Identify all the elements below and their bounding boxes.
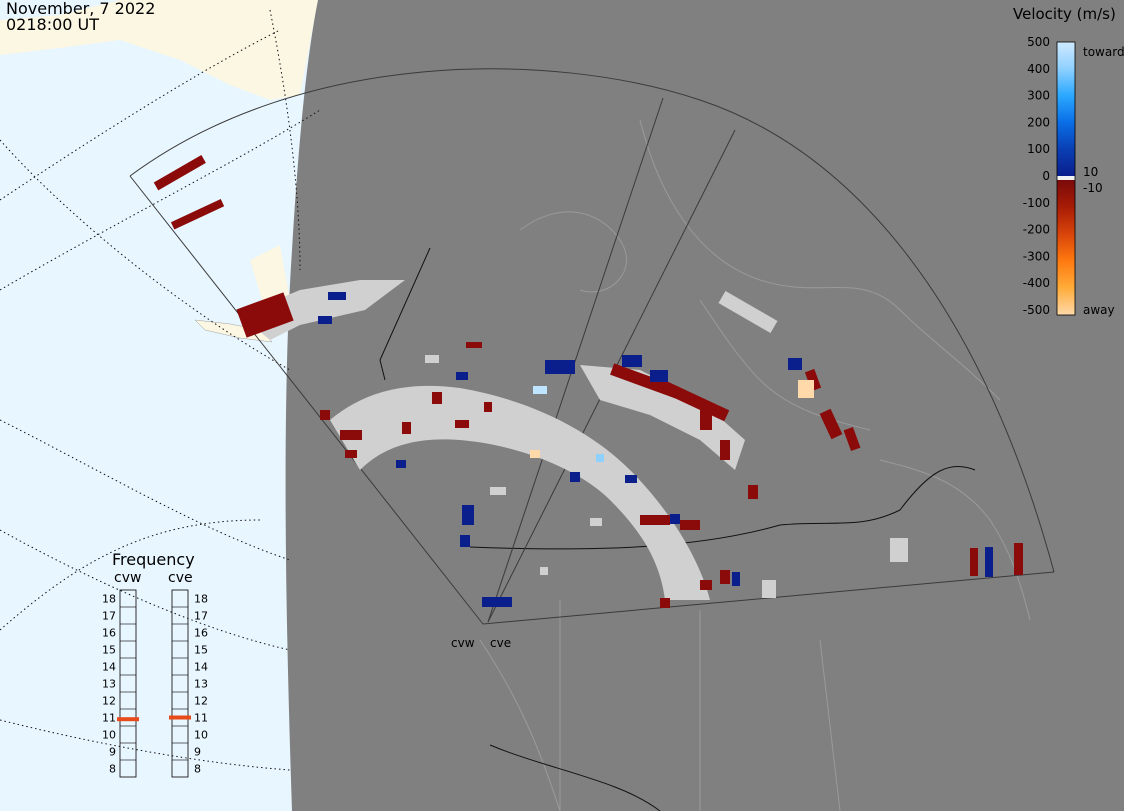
frequency-scale-label: 17: [194, 610, 208, 623]
colorbar-tick-label: 500: [1027, 35, 1050, 49]
echo-fast-toward: [533, 386, 547, 394]
frequency-scale-label: 14: [102, 661, 116, 674]
frequency-scale-label: 18: [102, 593, 116, 606]
frequency-scale-label: 12: [194, 695, 208, 708]
colorbar-tick-label: -400: [1023, 276, 1050, 290]
frequency-title: Frequency: [112, 550, 195, 569]
frequency-marker: [117, 717, 139, 722]
colorbar-tick-label: 300: [1027, 89, 1050, 103]
echo-fast-toward-2: [596, 454, 604, 462]
frequency-scale-label: 8: [109, 763, 116, 776]
frequency-scale-label: 12: [102, 695, 116, 708]
colorbar-tick-label: 0: [1042, 169, 1050, 183]
frequency-scale-label: 9: [109, 746, 116, 759]
colorbar-tick-label: -500: [1023, 303, 1050, 317]
colorbar-pos10-label: 10: [1083, 165, 1098, 179]
frequency-scale-label: 11: [102, 712, 116, 725]
colorbar-tick-label: -300: [1023, 249, 1050, 263]
frequency-scale-label: 10: [194, 729, 208, 742]
radar-plot: cvw cve 500 400 300 200 100 0 -100 -200 -300 -400…: [0, 0, 1124, 811]
frequency-scale-label: 14: [194, 661, 208, 674]
radar-label-cvw: cvw: [451, 636, 475, 650]
colorbar-tick-label: 100: [1027, 142, 1050, 156]
frequency-scale-label: 18: [194, 593, 208, 606]
colorbar-toward-label: toward: [1083, 45, 1124, 59]
colorbar-away-label: away: [1083, 303, 1115, 317]
colorbar-tick-label: -100: [1023, 196, 1050, 210]
frequency-scale-label: 15: [102, 644, 116, 657]
frequency-scale-label: 17: [102, 610, 116, 623]
radar-label-cve: cve: [490, 636, 511, 650]
frequency-scale-label: 15: [194, 644, 208, 657]
time-label: 0218:00 UT: [6, 15, 100, 34]
frequency-scale-label: 16: [102, 627, 116, 640]
frequency-scale-label: 16: [194, 627, 208, 640]
colorbar-toward: [1057, 42, 1075, 176]
frequency-scale-label: 9: [194, 746, 201, 759]
colorbar-tick-label: 200: [1027, 115, 1050, 129]
frequency-marker: [169, 715, 191, 720]
echo-fast-away-2: [530, 450, 540, 458]
echo-fast-away: [798, 380, 814, 398]
frequency-radar-cve: cve: [168, 570, 193, 586]
colorbar-tick-label: 400: [1027, 62, 1050, 76]
colorbar-zero-band: [1057, 176, 1075, 180]
frequency-scale-label: 13: [194, 678, 208, 691]
colorbar-title: Velocity (m/s): [1013, 5, 1116, 23]
frequency-scale-label: 8: [194, 763, 201, 776]
frequency-scale-label: 13: [102, 678, 116, 691]
colorbar-tick-label: -200: [1023, 223, 1050, 237]
frequency-scale-label: 10: [102, 729, 116, 742]
colorbar-neg10-label: -10: [1083, 181, 1103, 195]
frequency-radar-cvw: cvw: [114, 570, 141, 586]
frequency-scale-label: 11: [194, 712, 208, 725]
map-canvas: cvw cve 500 400 300 200 100 0 -100 -200 -300 -400…: [0, 0, 1124, 811]
colorbar-away: [1057, 180, 1075, 315]
